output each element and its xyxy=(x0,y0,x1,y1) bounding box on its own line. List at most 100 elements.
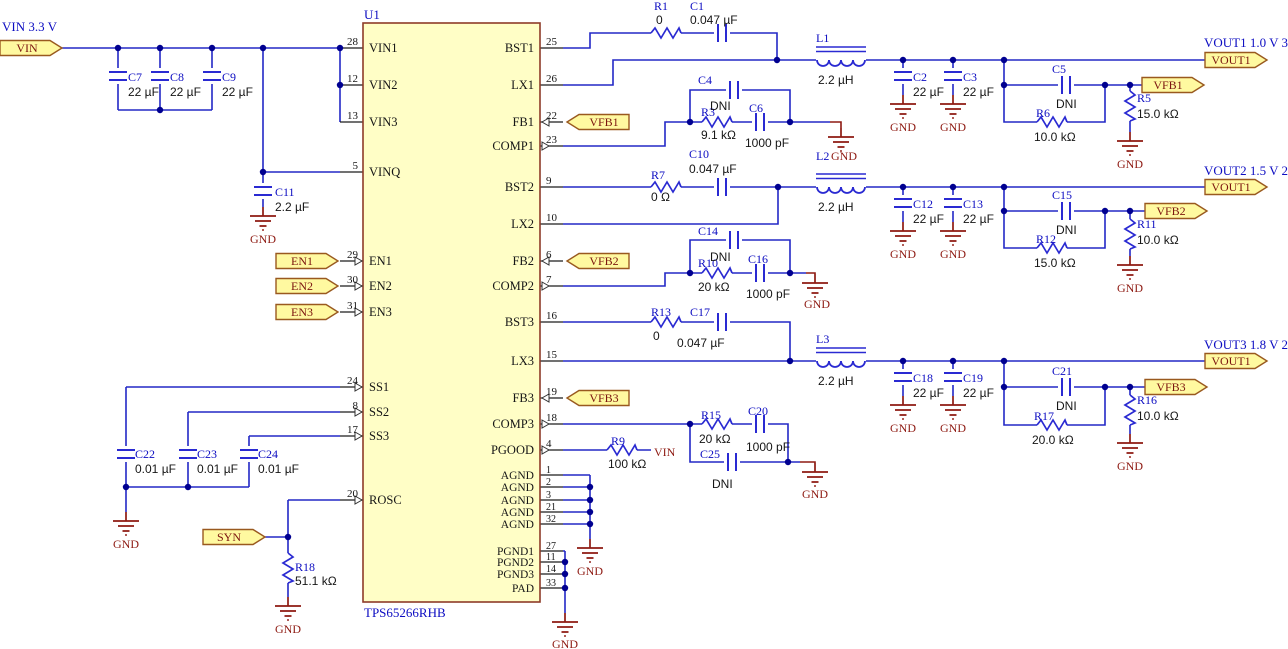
vfb1-net-flag-label: VFB1 xyxy=(1153,78,1182,92)
pin-num-26: 26 xyxy=(546,73,558,85)
gnd-symbol-c11 xyxy=(250,207,276,230)
ic-part-number: TPS65266RHB xyxy=(364,605,446,620)
gnd-label-c3: GND xyxy=(940,120,966,134)
C14-val: DNI xyxy=(710,250,731,264)
pin-name-lx2: LX2 xyxy=(511,217,534,231)
gnd-symbol-c20 xyxy=(802,463,828,486)
gnd-label-c12: GND xyxy=(890,247,916,261)
C17-val: 0.047 µF xyxy=(677,336,725,350)
vout1-flag-label: VOUT1 xyxy=(1211,53,1250,67)
pin-name-agnd1: AGND xyxy=(501,470,534,482)
pin-num-11: 11 xyxy=(546,552,556,563)
pin-name-comp3: COMP3 xyxy=(492,417,534,431)
pin-num-20: 20 xyxy=(347,488,359,500)
C16-capacitor-symbol xyxy=(756,264,764,282)
pin-name-comp1: COMP1 xyxy=(492,139,534,153)
pin-num-9: 9 xyxy=(546,175,552,187)
en2-flag-label: EN2 xyxy=(291,279,313,293)
C8-capacitor-symbol xyxy=(151,72,169,80)
C16-val: 1000 pF xyxy=(746,287,790,301)
C10-ref: C10 xyxy=(689,147,709,161)
pin-num-28: 28 xyxy=(347,36,359,48)
R18-val: 51.1 kΩ xyxy=(295,574,337,588)
schematic-canvas: U1 TPS65266RHB xyxy=(0,0,1288,649)
vout2-rail-flag-label: VOUT1 xyxy=(1211,180,1250,194)
gnd-symbol-c16 xyxy=(802,274,828,297)
R18-resistor-symbol xyxy=(283,553,293,583)
pin-name-ss3: SS3 xyxy=(369,429,389,443)
pin-name-agnd21: AGND xyxy=(501,507,534,519)
vfb2-net-flag-label: VFB2 xyxy=(1156,204,1185,218)
C19-ref: C19 xyxy=(963,371,983,385)
pin-num-16: 16 xyxy=(546,310,558,322)
pin-name-bst2: BST2 xyxy=(505,180,534,194)
syn-flag-label: SYN xyxy=(217,530,241,544)
L1-ref: L1 xyxy=(816,31,829,45)
pin-name-comp2: COMP2 xyxy=(492,279,534,293)
C24-val: 0.01 µF xyxy=(258,462,299,476)
C2-capacitor-symbol xyxy=(894,72,912,80)
L1-val: 2.2 µH xyxy=(818,73,854,87)
pin-name-vin3: VIN3 xyxy=(369,115,397,129)
pin-name-agnd2: AGND xyxy=(501,482,534,494)
pin-num-32: 32 xyxy=(546,514,556,525)
pin-num-12: 12 xyxy=(347,73,358,85)
pin-name-ss1: SS1 xyxy=(369,380,389,394)
pin-num-8: 8 xyxy=(353,400,359,412)
C24-capacitor-symbol xyxy=(240,450,258,458)
R15-val: 20 kΩ xyxy=(699,432,731,446)
net-titles: VIN 3.3 V VOUT1 1.0 V 3 A VOUT2 1.5 V 2 … xyxy=(2,19,1288,352)
pin-name-vinq: VINQ xyxy=(369,165,400,179)
C4-val: DNI xyxy=(710,99,731,113)
gnd-symbol-c6 xyxy=(828,128,854,151)
pin-name-en1: EN1 xyxy=(369,254,392,268)
pin-num-14: 14 xyxy=(546,564,556,575)
R13-val: 0 xyxy=(653,329,660,343)
C13-ref: C13 xyxy=(963,197,983,211)
pin-name-lx3: LX3 xyxy=(511,354,534,368)
R17-val: 20.0 kΩ xyxy=(1032,433,1074,447)
ic-refdes: U1 xyxy=(364,7,380,22)
L2-ref: L2 xyxy=(816,149,829,163)
C7-capacitor-symbol xyxy=(109,72,127,80)
R1-resistor-symbol xyxy=(651,28,681,38)
pin-num-17: 17 xyxy=(347,424,359,436)
C25-capacitor-symbol xyxy=(728,453,736,471)
gnd-label-agnd: GND xyxy=(577,564,603,578)
C11-ref: C11 xyxy=(275,185,295,199)
C22-ref: C22 xyxy=(135,447,155,461)
en1-flag-label: EN1 xyxy=(291,254,313,268)
C22-capacitor-symbol xyxy=(117,450,135,458)
C6-capacitor-symbol xyxy=(756,113,764,131)
C5-capacitor-symbol xyxy=(1062,76,1070,94)
gnd-symbol-ss xyxy=(113,512,139,535)
gnd-label-c16: GND xyxy=(804,297,830,311)
C21-ref: C21 xyxy=(1052,364,1072,378)
ic-right-pin-numbers: 25 26 22 23 9 10 6 7 16 15 19 18 4 1 2 3… xyxy=(546,36,558,589)
R9-val: 100 kΩ xyxy=(608,457,646,471)
L3-ref: L3 xyxy=(816,332,829,346)
C15-ref: C15 xyxy=(1052,188,1072,202)
R5-val: 15.0 kΩ xyxy=(1137,107,1179,121)
C12-capacitor-symbol xyxy=(894,199,912,207)
R11-val: 10.0 kΩ xyxy=(1137,233,1179,247)
C11-val: 2.2 µF xyxy=(275,200,309,214)
C3-val: 22 µF xyxy=(963,85,994,99)
gnd-symbol-r11 xyxy=(1117,256,1143,279)
C19-val: 22 µF xyxy=(963,386,994,400)
vfb2-pin-flag-label: VFB2 xyxy=(589,254,618,268)
pin-num-22: 22 xyxy=(546,110,557,122)
L2-val: 2.2 µH xyxy=(818,200,854,214)
R5-resistor-symbol xyxy=(1125,91,1135,121)
pin-name-fb3: FB3 xyxy=(512,391,534,405)
R11-ref: R11 xyxy=(1137,217,1157,231)
C25-val: DNI xyxy=(712,477,733,491)
C13-capacitor-symbol xyxy=(944,199,962,207)
C7-ref: C7 xyxy=(128,70,142,84)
gnd-label-c13: GND xyxy=(940,247,966,261)
pin-name-pgnd3: PGND3 xyxy=(497,569,534,581)
C9-ref: C9 xyxy=(222,70,236,84)
gnd-label-c11: GND xyxy=(250,232,276,246)
R15-ref: R15 xyxy=(701,408,721,422)
pin-name-pgood: PGOOD xyxy=(491,443,534,457)
